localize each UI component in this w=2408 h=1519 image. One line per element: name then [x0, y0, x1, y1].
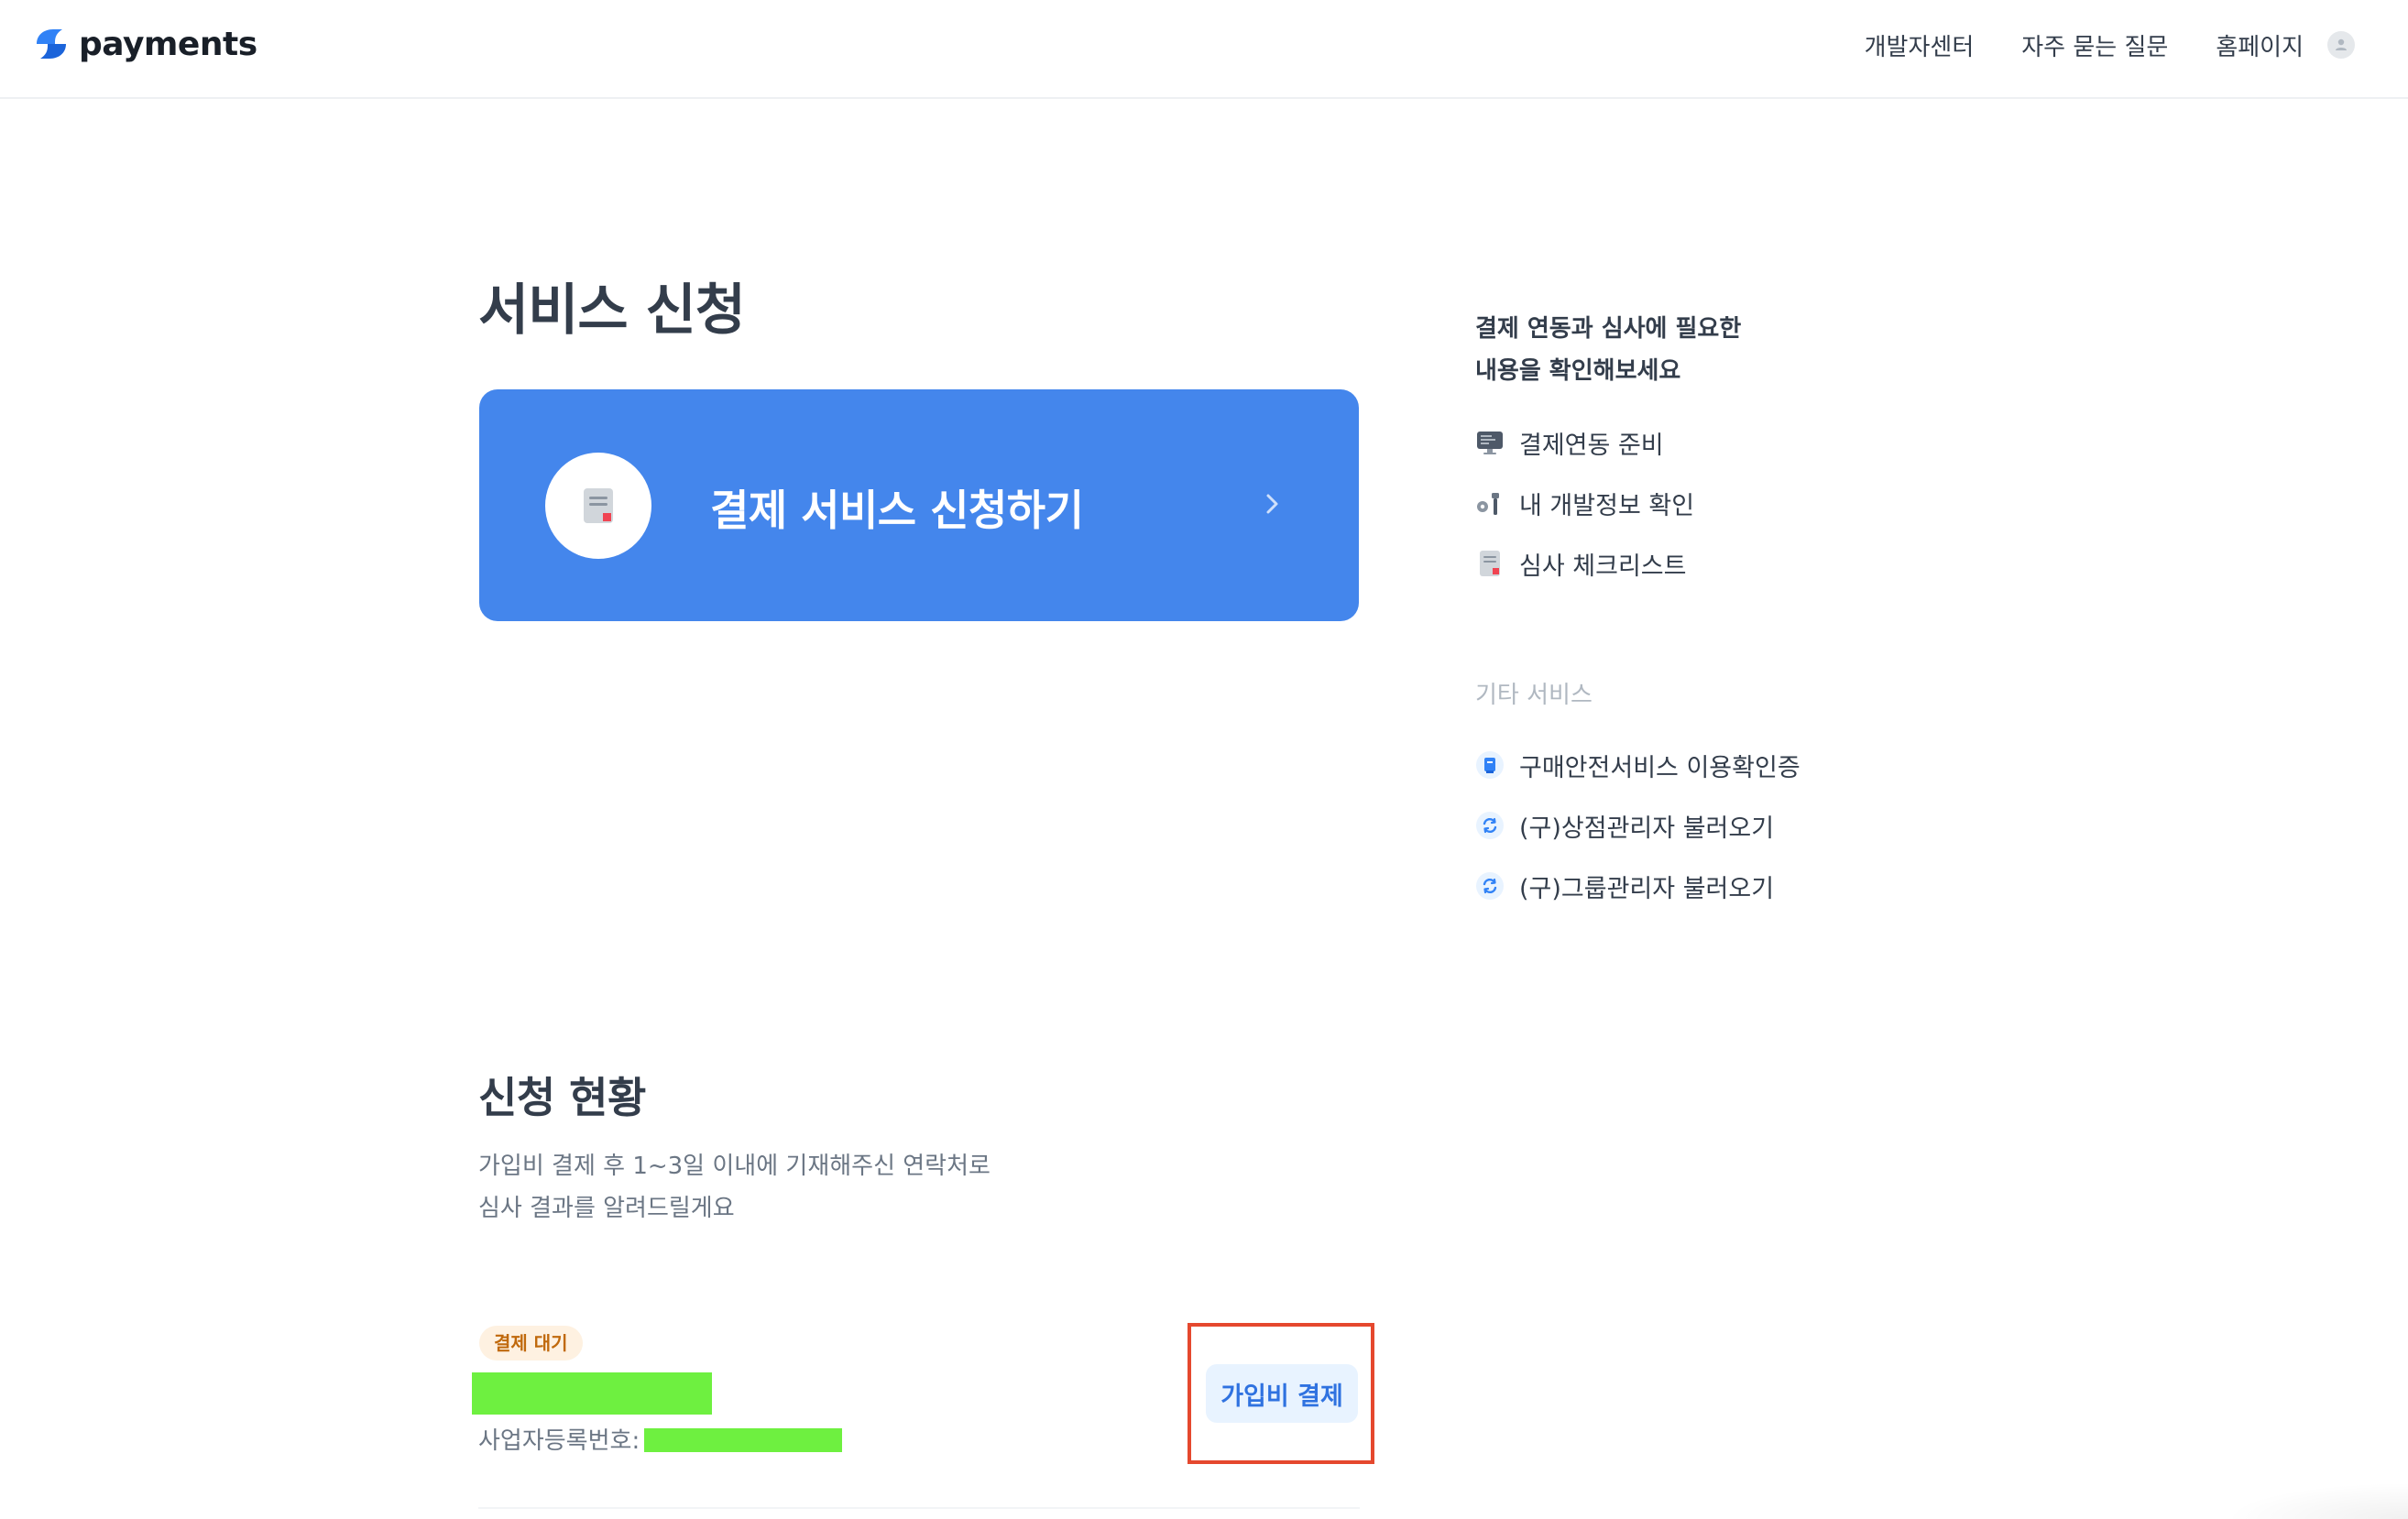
- sidebar-item-legacy-store-admin[interactable]: (구)상점관리자 불러오기: [1475, 795, 1801, 856]
- sidebar-item-label: (구)그룹관리자 불러오기: [1519, 874, 1775, 903]
- top-header: payments 개발자센터 자주 묻는 질문 홈페이지: [0, 0, 2408, 99]
- nav-faq[interactable]: 자주 묻는 질문: [2021, 28, 2168, 62]
- refresh-icon: [1475, 871, 1505, 901]
- sidebar-heading: 결제 연동과 심사에 필요한 내용을 확인해보세요: [1475, 308, 1741, 392]
- business-number-label: 사업자등록번호:: [478, 1427, 640, 1455]
- status-section-description: 가입비 결제 후 1~3일 이내에 기재해주신 연락처로 심사 결과를 알려드릴…: [478, 1145, 991, 1229]
- status-badge: 결제 대기: [479, 1326, 583, 1361]
- status-desc-line-1: 가입비 결제 후 1~3일 이내에 기재해주신 연락처로: [478, 1153, 991, 1180]
- user-avatar-icon[interactable]: [2327, 31, 2355, 59]
- top-nav: 개발자센터 자주 묻는 질문 홈페이지: [1817, 22, 2355, 68]
- sidebar-heading-line-2: 내용을 확인해보세요: [1475, 357, 1681, 385]
- sidebar-item-label: 결제연동 준비: [1519, 431, 1664, 460]
- logo-mark-icon: [37, 29, 66, 59]
- corner-shadow: [2225, 1482, 2408, 1519]
- sidebar-item-label: (구)상점관리자 불러오기: [1519, 814, 1775, 843]
- status-desc-line-2: 심사 결과를 알려드릴게요: [478, 1195, 735, 1222]
- page-title: 서비스 신청: [478, 279, 746, 343]
- sidebar-item-review-checklist[interactable]: 심사 체크리스트: [1475, 533, 1694, 594]
- card-divider: [478, 1507, 1360, 1509]
- sidebar-item-escrow-certificate[interactable]: 구매안전서비스 이용확인증: [1475, 735, 1801, 795]
- redacted-business-name: [472, 1372, 712, 1415]
- document-icon: [584, 488, 613, 523]
- certificate-icon: [1475, 750, 1505, 780]
- apply-card-label: 결제 서비스 신청하기: [710, 486, 1084, 535]
- nav-homepage[interactable]: 홈페이지: [2216, 28, 2304, 62]
- redacted-business-number: [644, 1428, 842, 1452]
- apply-icon-circle: [545, 453, 651, 559]
- refresh-icon: [1475, 811, 1505, 840]
- sidebar-item-label: 구매안전서비스 이용확인증: [1519, 753, 1801, 782]
- monitor-icon: [1475, 428, 1505, 457]
- pay-signup-fee-button[interactable]: 가입비 결제: [1206, 1364, 1358, 1423]
- other-services-label: 기타 서비스: [1475, 682, 1593, 709]
- sidebar-item-dev-info[interactable]: 내 개발정보 확인: [1475, 473, 1694, 533]
- status-section-title: 신청 현황: [478, 1073, 646, 1122]
- nav-developer-center[interactable]: 개발자센터: [1865, 28, 1975, 62]
- sidebar-item-legacy-group-admin[interactable]: (구)그룹관리자 불러오기: [1475, 856, 1801, 916]
- sidebar-item-label: 내 개발정보 확인: [1519, 491, 1695, 520]
- other-services-list: 구매안전서비스 이용확인증 (구)상점관리자 불러오기 (구)그룹관리자 불러오…: [1475, 735, 1801, 916]
- document-icon: [1475, 549, 1505, 578]
- chevron-right-icon: [1266, 494, 1278, 514]
- page: payments 개발자센터 자주 묻는 질문 홈페이지 서비스 신청 결제 서…: [0, 0, 2408, 1519]
- sidebar-item-integration-prep[interactable]: 결제연동 준비: [1475, 412, 1694, 473]
- sidebar-heading-line-1: 결제 연동과 심사에 필요한: [1475, 315, 1742, 343]
- logo[interactable]: payments: [31, 24, 257, 64]
- guide-link-list: 결제연동 준비 내 개발정보 확인 심사 체크리스트: [1475, 412, 1694, 594]
- logo-text: payments: [79, 25, 257, 63]
- apply-payment-service-card[interactable]: 결제 서비스 신청하기: [479, 389, 1359, 621]
- sidebar-item-label: 심사 체크리스트: [1519, 552, 1687, 581]
- developer-tools-icon: [1475, 488, 1505, 518]
